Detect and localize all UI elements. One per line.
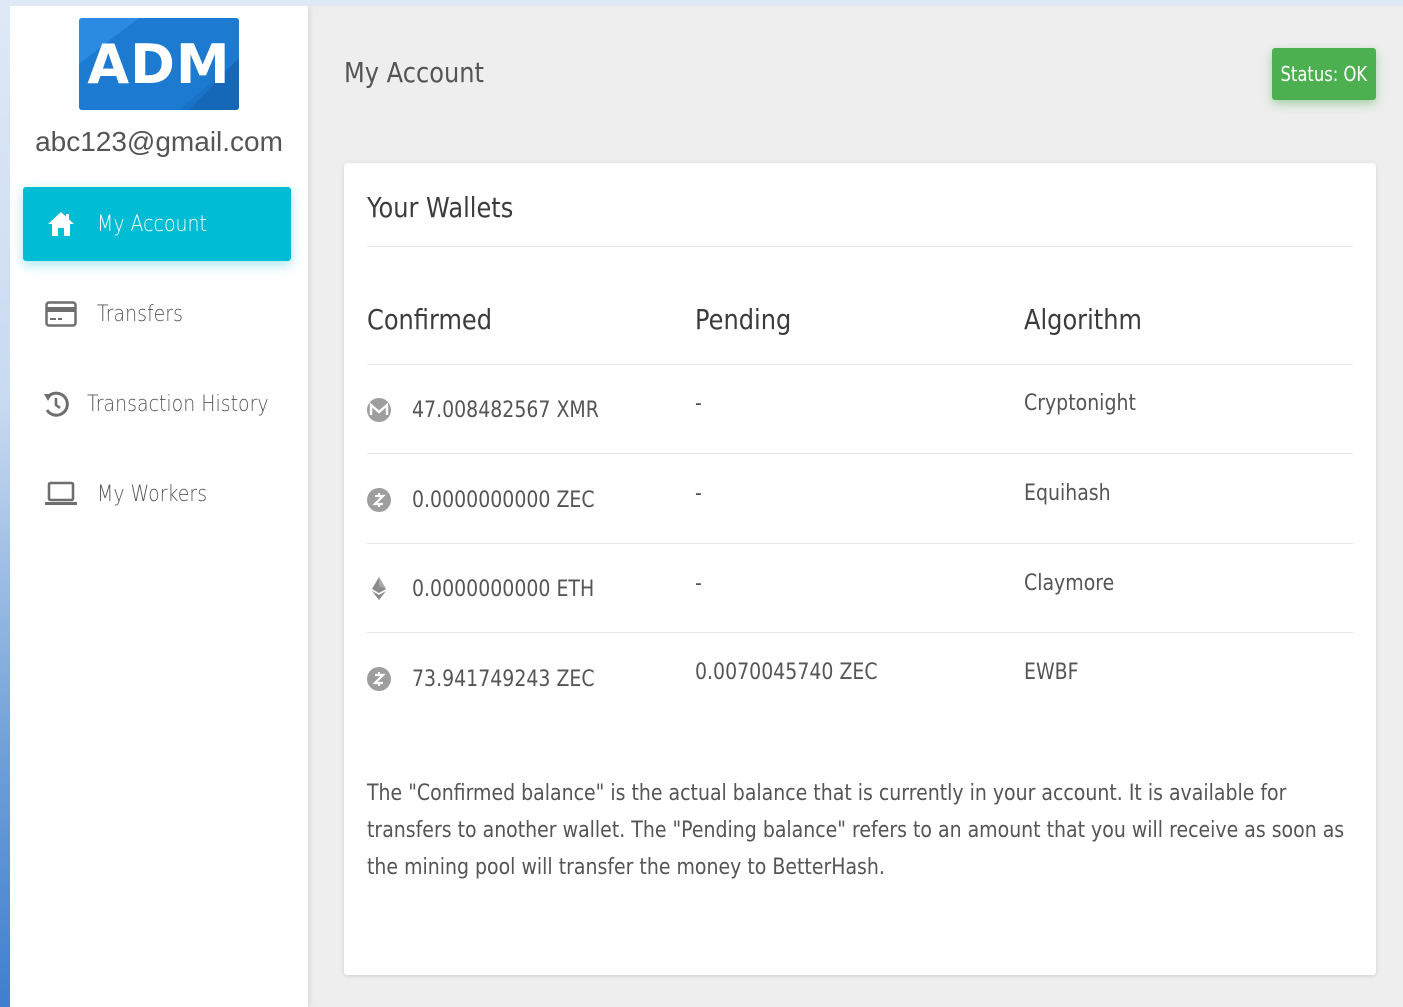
laptop-icon — [41, 474, 81, 514]
sidebar-item-my-account[interactable]: My Account — [23, 187, 291, 261]
confirmed-balance: 0.0000000000 ZEC — [412, 488, 595, 513]
algorithm: Claymore — [1024, 571, 1115, 596]
ethereum-icon — [372, 577, 386, 600]
sidebar-item-my-workers[interactable]: My Workers — [23, 457, 291, 531]
sidebar: ADM abc123@gmail.com My Account Transfer… — [10, 6, 308, 1007]
sidebar-item-label: Transaction History — [87, 391, 269, 417]
confirmed-balance: 47.008482567 XMR — [412, 398, 599, 423]
column-header-algorithm: Algorithm — [1024, 303, 1142, 336]
pending-balance: - — [695, 391, 702, 416]
wallets-title: Your Wallets — [367, 191, 514, 224]
sidebar-item-label: Transfers — [97, 301, 183, 327]
divider — [367, 364, 1353, 365]
divider — [367, 453, 1353, 454]
pending-balance: 0.0070045740 ZEC — [695, 660, 878, 685]
pending-balance: - — [695, 481, 702, 506]
sidebar-item-transfers[interactable]: Transfers — [23, 277, 291, 351]
pending-balance: - — [695, 571, 702, 596]
column-header-confirmed: Confirmed — [367, 303, 493, 336]
divider — [367, 632, 1353, 633]
algorithm: Cryptonight — [1024, 391, 1136, 416]
sidebar-item-label: My Workers — [97, 481, 208, 507]
status-label: Status: OK — [1280, 62, 1368, 86]
divider — [367, 246, 1353, 247]
user-email: abc123@gmail.com — [35, 126, 283, 157]
zcash-icon — [367, 488, 391, 512]
credit-card-icon — [41, 294, 81, 334]
page-title: My Account — [344, 56, 484, 89]
logo-text: ADM — [87, 33, 231, 96]
sidebar-item-transaction-history[interactable]: Transaction History — [23, 367, 291, 441]
brand-logo[interactable]: ADM — [79, 18, 239, 110]
history-icon — [41, 384, 71, 424]
algorithm: EWBF — [1024, 660, 1079, 685]
app-window: ADM abc123@gmail.com My Account Transfer… — [10, 6, 1403, 1007]
sidebar-item-label: My Account — [97, 211, 207, 237]
zcash-icon — [367, 667, 391, 691]
algorithm: Equihash — [1024, 481, 1111, 506]
monero-icon — [367, 398, 391, 422]
balance-explanation: The "Confirmed balance" is the actual ba… — [367, 781, 1345, 880]
status-button[interactable]: Status: OK — [1272, 48, 1376, 100]
column-header-pending: Pending — [695, 303, 792, 336]
divider — [367, 543, 1353, 544]
home-icon — [41, 204, 81, 244]
confirmed-balance: 0.0000000000 ETH — [412, 577, 595, 602]
wallets-card: Your Wallets Confirmed Pending Algorithm… — [344, 163, 1376, 975]
confirmed-balance: 73.941749243 ZEC — [412, 667, 595, 692]
